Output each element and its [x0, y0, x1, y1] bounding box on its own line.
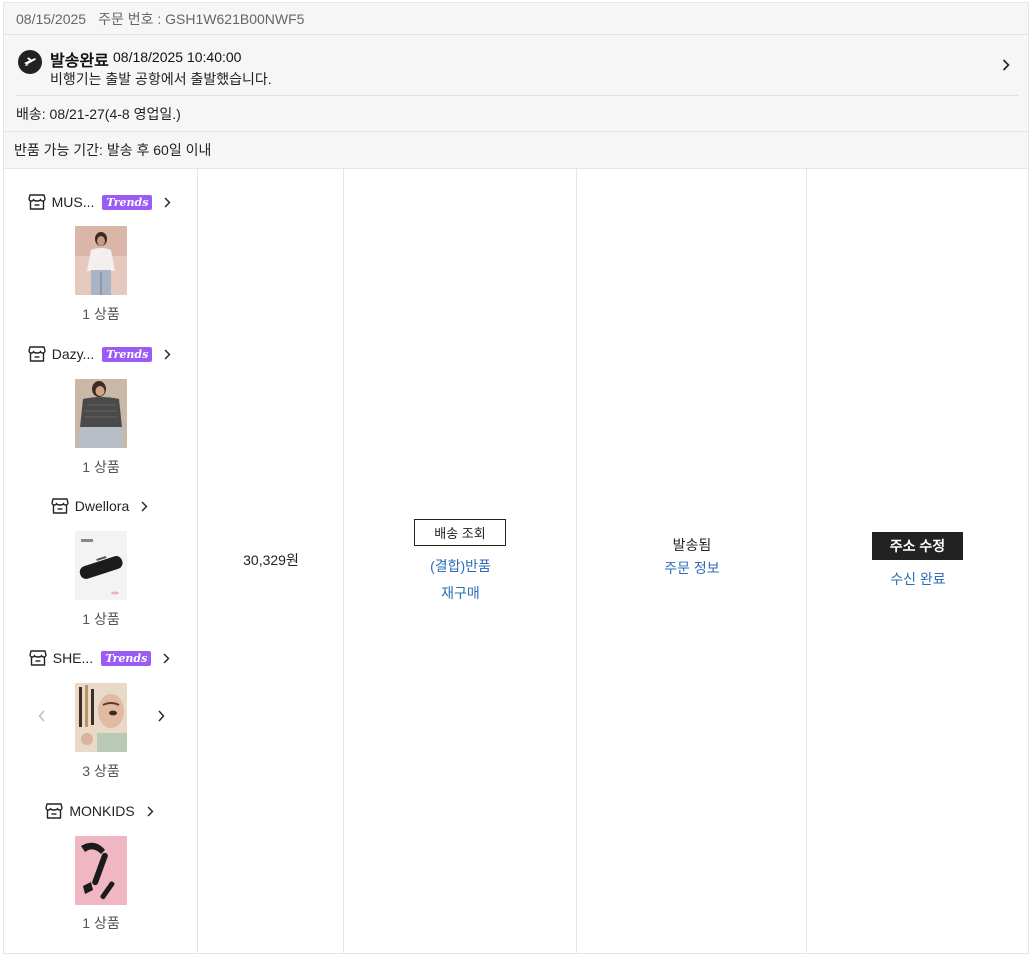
product-count: 1 상품 — [82, 611, 120, 627]
store-name: MONKIDS — [69, 803, 135, 819]
airplane-icon — [18, 50, 42, 74]
status-column: 발송됨 주문 정보 — [577, 169, 807, 953]
store-icon — [51, 498, 69, 514]
product-count: 1 상품 — [82, 459, 120, 475]
store-icon — [45, 803, 64, 819]
chevron-right-icon — [163, 652, 173, 664]
receipt-confirmed-link[interactable]: 수신 완료 — [807, 569, 1029, 589]
chevron-right-icon — [147, 805, 157, 817]
product-image[interactable] — [75, 836, 127, 905]
order-state: 발송됨 — [672, 537, 712, 553]
delivery-estimate: 배송: 08/21-27(4-8 영업일.) — [16, 106, 181, 122]
shipping-status-panel: 발송완료 08/18/2025 10:40:00 비행기는 출발 공항에서 출발… — [4, 35, 1028, 132]
status-title: 발송완료 — [50, 53, 109, 70]
trends-badge: Trends — [102, 194, 153, 210]
price-column: 30,329원 — [198, 169, 344, 953]
product-image[interactable] — [75, 531, 127, 600]
store-link[interactable]: MUS... Trends — [4, 191, 198, 213]
order-total: 30,329원 — [243, 552, 299, 568]
order-header: 08/15/2025 주문 번호 : GSH1W621B00NWF5 — [4, 3, 1028, 35]
rebuy-link[interactable]: 재구매 — [344, 583, 577, 603]
store-icon — [28, 346, 46, 362]
order-card: 08/15/2025 주문 번호 : GSH1W621B00NWF5 발송완료 … — [3, 2, 1029, 954]
status-summary[interactable]: 발송완료 08/18/2025 10:40:00 비행기는 출발 공항에서 출발… — [16, 35, 1018, 96]
edit-address-button[interactable]: 주소 수정 — [872, 532, 963, 560]
order-body: MUS... Trends 1 상품 Dazy... Trends 1 상품 D… — [4, 169, 1028, 953]
product-count: 1 상품 — [82, 306, 120, 322]
store-icon — [27, 194, 46, 210]
store-link[interactable]: Dwellora — [4, 495, 198, 517]
trends-badge: Trends — [102, 346, 153, 362]
chevron-right-icon — [141, 500, 151, 512]
address-column: 주소 수정 수신 완료 — [807, 169, 1028, 953]
chevron-left-icon[interactable] — [35, 709, 47, 723]
product-image[interactable] — [75, 683, 127, 752]
store-name: Dwellora — [74, 498, 130, 514]
chevron-right-icon[interactable] — [155, 709, 167, 723]
trends-badge: Trends — [101, 650, 152, 666]
order-date: 08/15/2025 — [16, 10, 87, 27]
chevron-right-icon — [164, 348, 174, 360]
store-name: MUS... — [51, 194, 95, 210]
track-shipment-button[interactable]: 배송 조회 — [414, 519, 506, 546]
store-link[interactable]: Dazy... Trends — [4, 343, 198, 365]
store-link[interactable]: SHE... Trends — [4, 647, 198, 669]
combined-return-link[interactable]: (결합)반품 — [344, 556, 577, 576]
product-image[interactable] — [75, 379, 127, 448]
store-icon — [29, 650, 47, 666]
chevron-right-icon[interactable] — [998, 57, 1014, 73]
return-period: 반품 가능 기간: 발송 후 60일 이내 — [4, 132, 1028, 169]
order-info-link[interactable]: 주문 정보 — [577, 558, 807, 578]
status-description: 비행기는 출발 공항에서 출발했습니다. — [50, 71, 272, 87]
product-count: 1 상품 — [82, 915, 120, 931]
status-time: 08/18/2025 10:40:00 — [113, 49, 242, 65]
product-image[interactable] — [75, 226, 127, 295]
actions-column: 배송 조회 (결합)반품 재구매 — [344, 169, 577, 953]
chevron-right-icon — [164, 196, 174, 208]
order-number: 주문 번호 : GSH1W621B00NWF5 — [98, 10, 305, 27]
product-count: 3 상품 — [82, 763, 120, 779]
store-link[interactable]: MONKIDS — [4, 800, 198, 822]
store-name: SHE... — [52, 650, 94, 666]
products-column: MUS... Trends 1 상품 Dazy... Trends 1 상품 D… — [4, 169, 198, 953]
store-name: Dazy... — [51, 346, 95, 362]
